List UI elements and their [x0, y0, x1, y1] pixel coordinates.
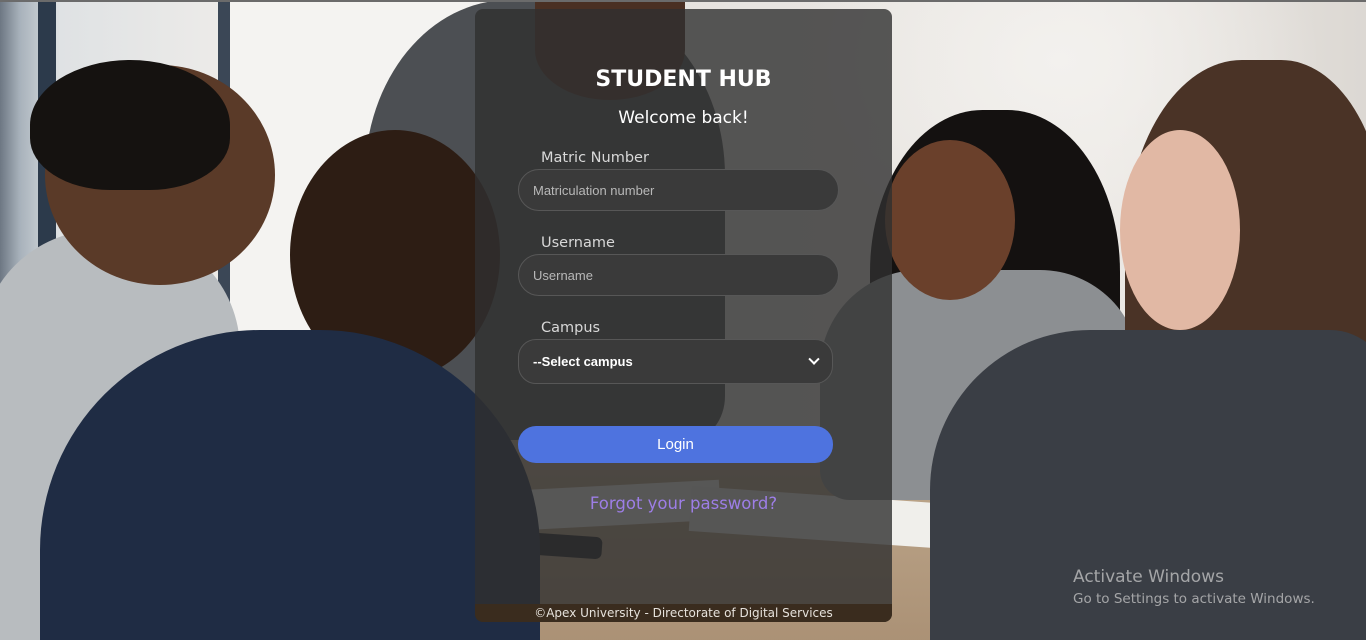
matric-number-input[interactable] [518, 169, 839, 211]
background-person [1120, 130, 1240, 330]
top-border [0, 0, 1366, 2]
username-input[interactable] [518, 254, 839, 296]
campus-select-value: --Select campus [533, 354, 633, 369]
welcome-subtitle: Welcome back! [618, 108, 749, 128]
activate-windows-title: Activate Windows [1073, 567, 1224, 587]
username-label: Username [541, 235, 615, 251]
chevron-down-icon [808, 353, 820, 365]
background-person [885, 140, 1015, 300]
forgot-password-link[interactable]: Forgot your password? [475, 494, 892, 513]
campus-select[interactable]: --Select campus [518, 339, 833, 384]
footer-copyright: ©Apex University - Directorate of Digita… [475, 604, 892, 622]
login-card: STUDENT HUB Welcome back! Matric Number … [475, 9, 892, 622]
login-button[interactable]: Login [518, 426, 833, 463]
matric-number-label: Matric Number [541, 150, 649, 166]
page-title: STUDENT HUB [595, 67, 772, 92]
campus-label: Campus [541, 320, 601, 336]
background-person [30, 60, 230, 190]
activate-windows-subtitle: Go to Settings to activate Windows. [1073, 591, 1315, 607]
